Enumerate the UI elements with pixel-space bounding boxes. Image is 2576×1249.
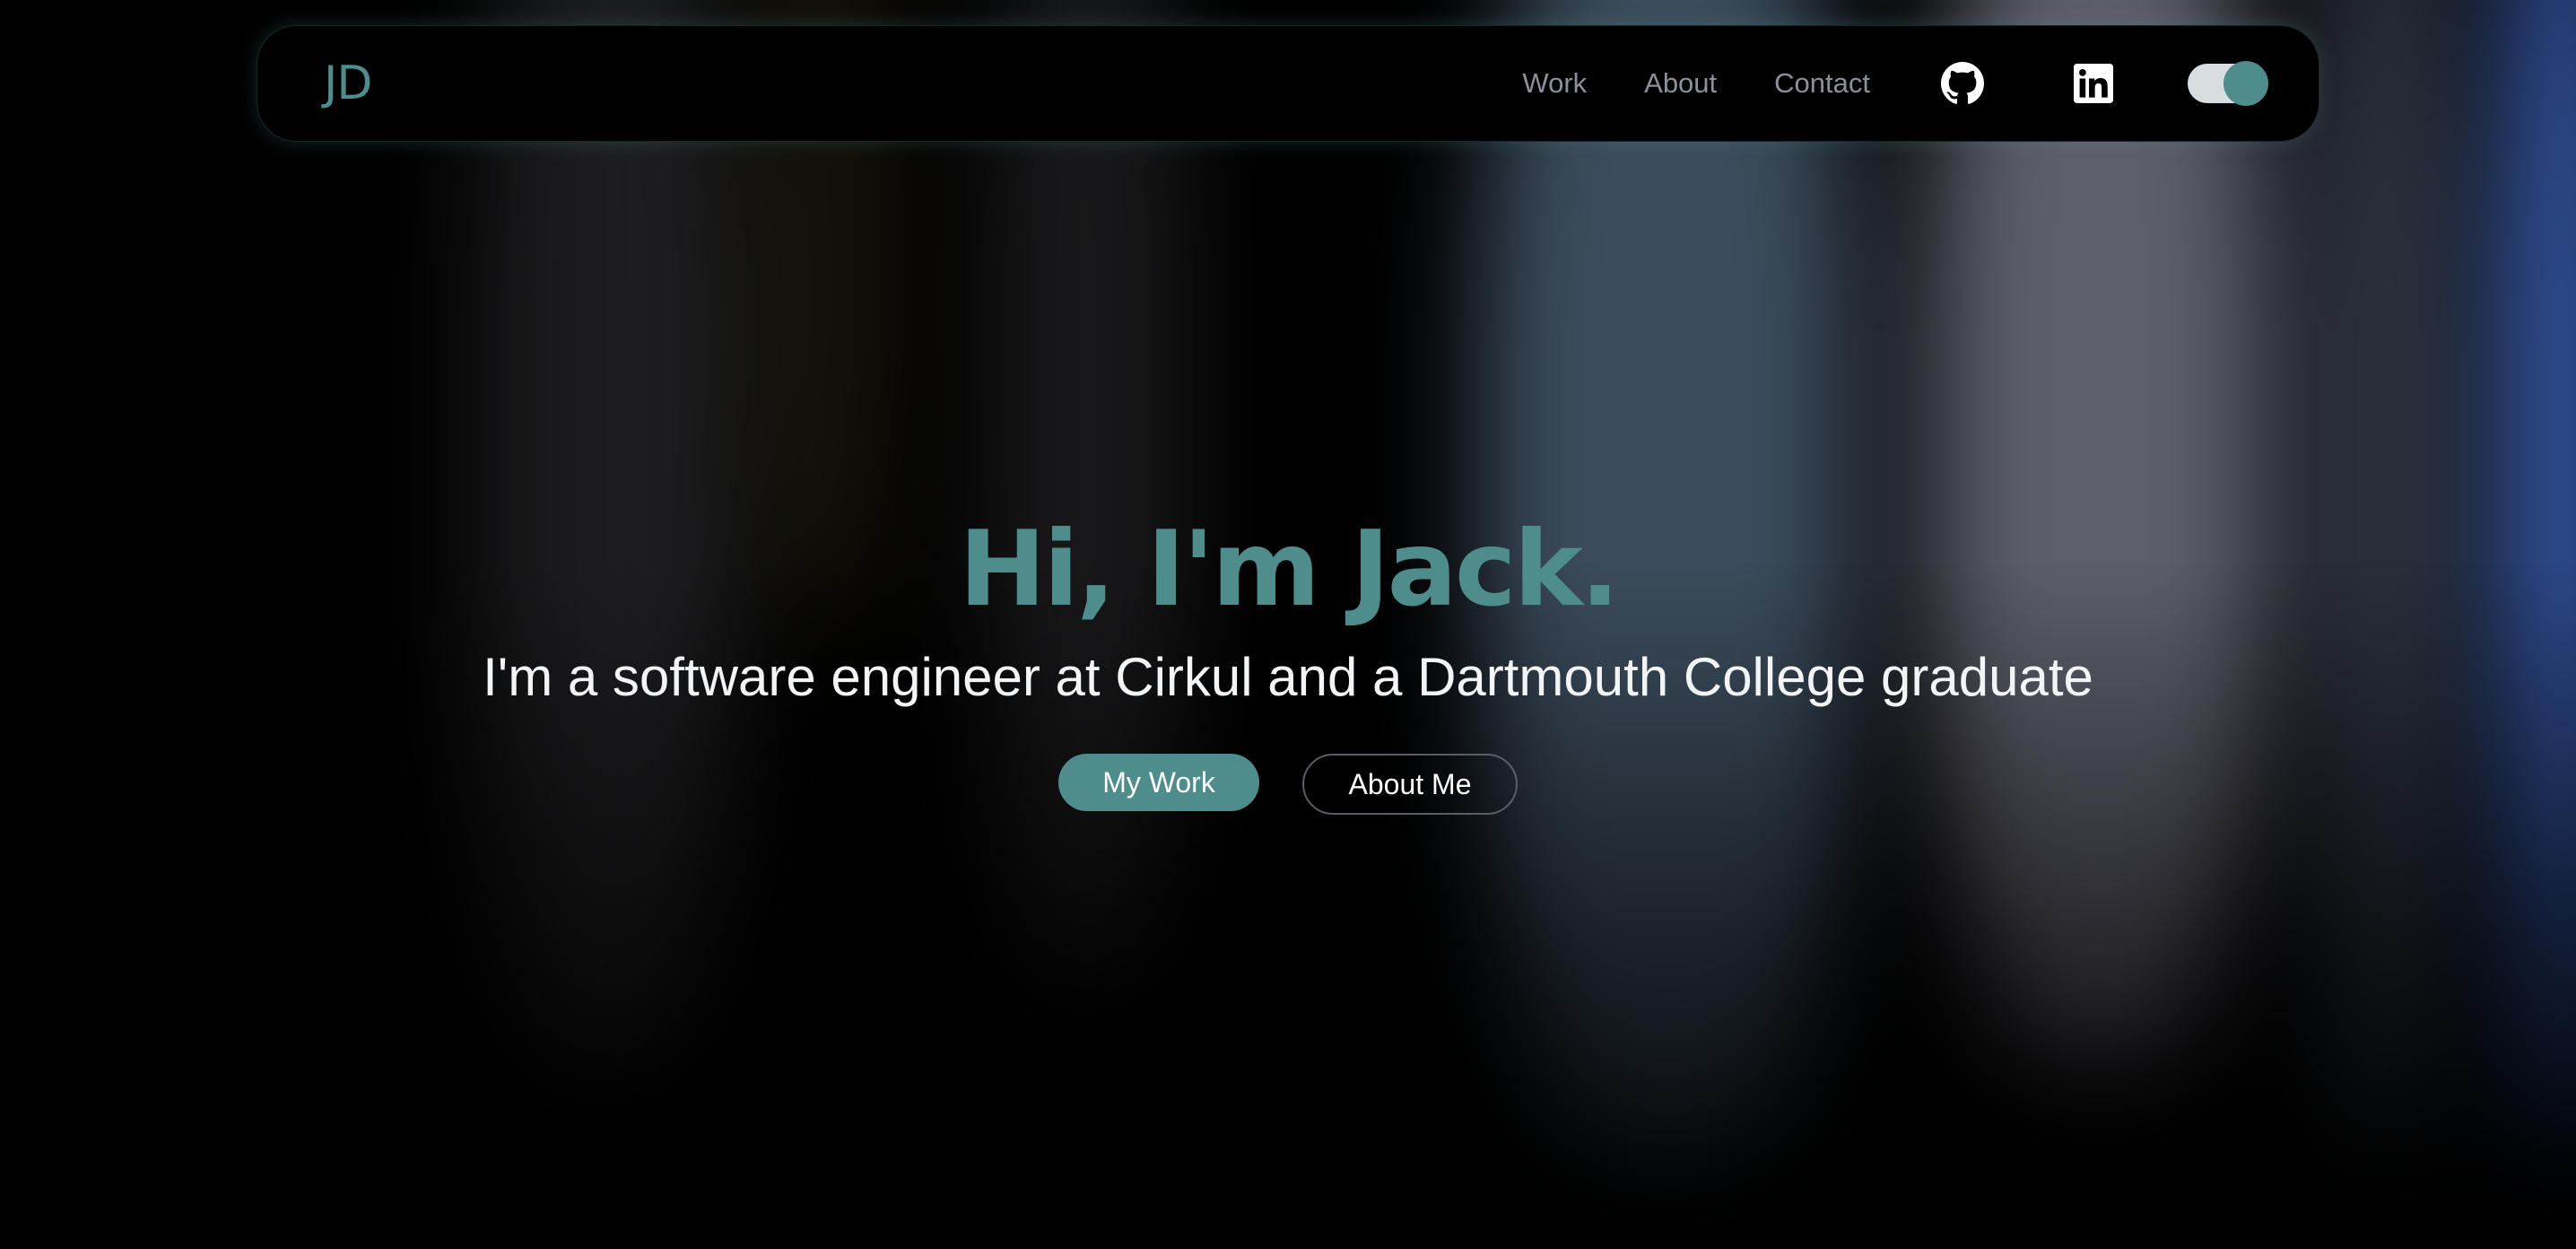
page: JD Work About Contact Hi, I'm Jack. I'm … bbox=[0, 0, 2576, 1249]
social-icons bbox=[1940, 61, 2116, 106]
hero-section: Hi, I'm Jack. I'm a software engineer at… bbox=[0, 502, 2576, 815]
logo[interactable]: JD bbox=[324, 57, 372, 110]
nav-link-work[interactable]: Work bbox=[1522, 67, 1587, 100]
theme-toggle-knob bbox=[2224, 61, 2268, 106]
hero-title: Hi, I'm Jack. bbox=[959, 509, 1620, 630]
linkedin-icon[interactable] bbox=[2071, 61, 2116, 106]
nav-links: Work About Contact bbox=[1522, 67, 1870, 100]
hero-subtitle: I'm a software engineer at Cirkul and a … bbox=[483, 647, 2093, 707]
nav-link-contact[interactable]: Contact bbox=[1774, 67, 1870, 100]
theme-toggle[interactable] bbox=[2188, 61, 2268, 106]
hero-buttons: My Work About Me bbox=[0, 754, 2576, 815]
my-work-button[interactable]: My Work bbox=[1058, 754, 1259, 811]
about-me-button[interactable]: About Me bbox=[1302, 754, 1518, 815]
nav-link-about[interactable]: About bbox=[1644, 67, 1717, 100]
github-icon[interactable] bbox=[1940, 61, 1985, 106]
top-navbar: JD Work About Contact bbox=[257, 25, 2319, 142]
